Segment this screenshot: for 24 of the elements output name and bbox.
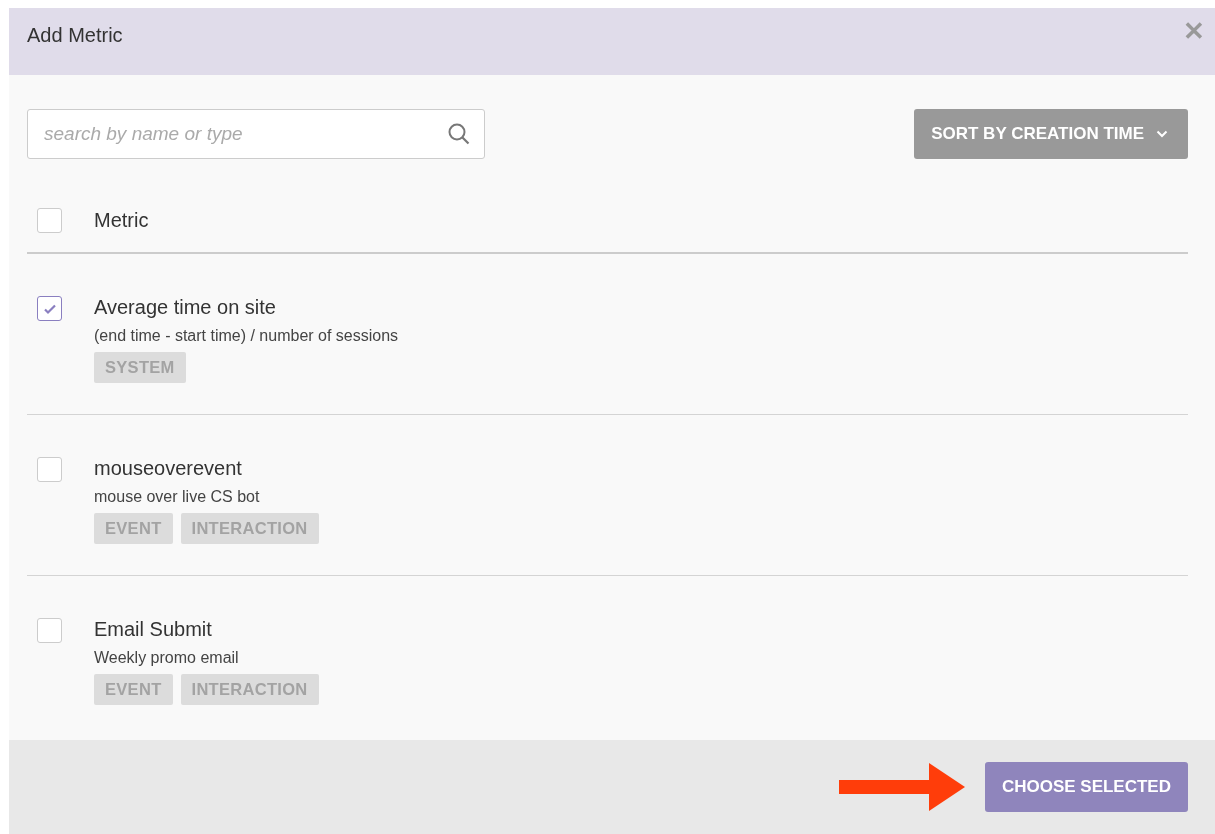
checkbox[interactable] [37, 296, 62, 321]
checkbox[interactable] [37, 457, 62, 482]
close-button[interactable]: ✕ [1183, 16, 1205, 46]
checkbox[interactable] [37, 618, 62, 643]
sort-button[interactable]: SORT BY CREATION TIME [914, 109, 1188, 159]
search-field[interactable]: search by name or type [27, 109, 485, 159]
metric-name: mouseoverevent [94, 456, 243, 481]
column-header: Metric [94, 208, 149, 232]
metric-name: Average time on site [94, 295, 277, 320]
metric-description: Weekly promo email [94, 648, 240, 668]
choose-selected-button[interactable]: CHOOSE SELECTED [984, 762, 1188, 812]
metric-description: (end time - start time) / number of sessions [94, 326, 399, 346]
metric-name: Email Submit [94, 617, 213, 642]
search-icon [447, 122, 471, 146]
type-tag: EVENT [94, 513, 173, 544]
chevron-down-icon [1156, 130, 1168, 138]
type-tag: INTERACTION [180, 674, 319, 705]
arrow-icon [838, 763, 965, 811]
type-tag: SYSTEM [94, 352, 186, 383]
checkbox[interactable] [37, 207, 62, 233]
dialog-title: Add Metric [27, 24, 123, 47]
metric-description: mouse over live CS bot [94, 487, 261, 507]
type-tag: EVENT [94, 674, 173, 705]
type-tag: INTERACTION [180, 513, 319, 544]
